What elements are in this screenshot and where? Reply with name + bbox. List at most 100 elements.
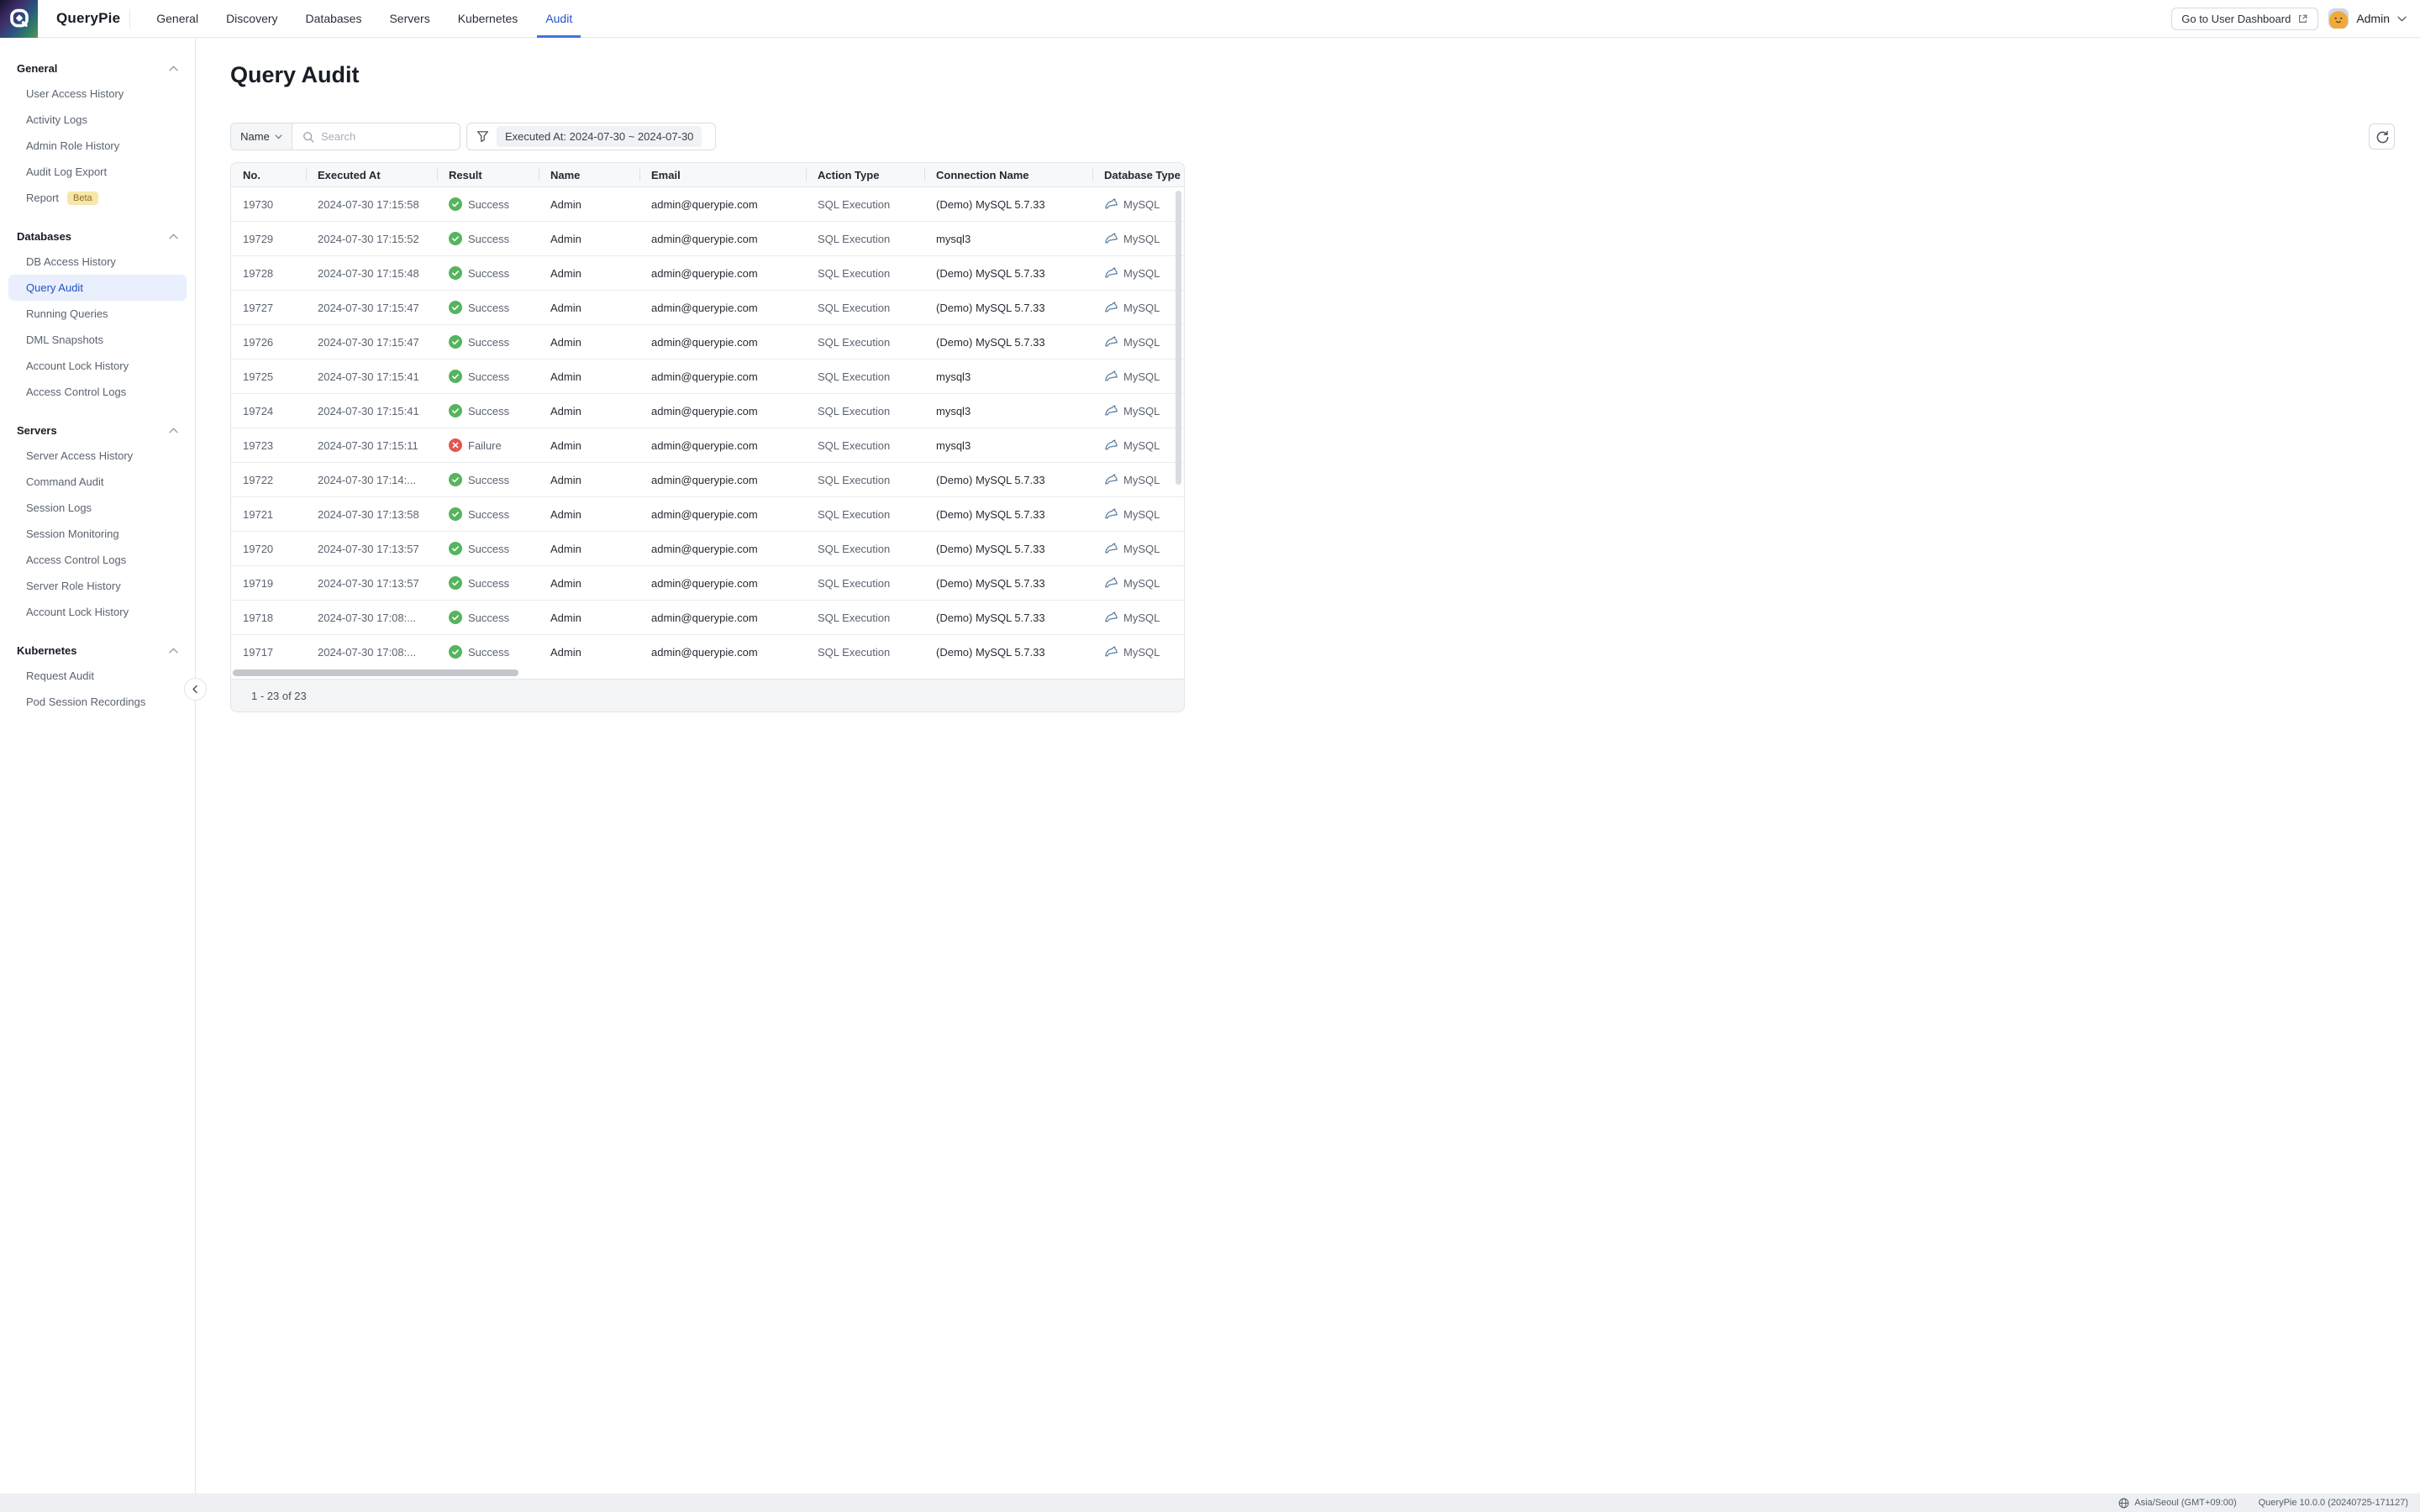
- sidebar-item-report[interactable]: Report Beta: [8, 185, 187, 211]
- sidebar-item-pod-session-recordings[interactable]: Pod Session Recordings: [8, 689, 187, 715]
- horizontal-scrollbar-track: [231, 668, 1184, 679]
- table-row[interactable]: 19730 2024-07-30 17:15:58 Success Admin …: [231, 187, 1184, 222]
- db-type-label: MySQL: [1123, 577, 1160, 590]
- sidebar-item-audit-log-export[interactable]: Audit Log Export: [8, 159, 187, 185]
- go-to-user-dashboard-button[interactable]: Go to User Dashboard: [2171, 8, 2318, 30]
- mysql-dolphin-icon: [1104, 266, 1118, 280]
- sidebar-item-admin-role-history[interactable]: Admin Role History: [8, 133, 187, 159]
- cell-result: Success: [437, 497, 539, 531]
- table-row[interactable]: 19729 2024-07-30 17:15:52 Success Admin …: [231, 222, 1184, 256]
- table-row[interactable]: 19717 2024-07-30 17:08:... Success Admin…: [231, 635, 1184, 668]
- search-field-select[interactable]: Name: [231, 123, 292, 150]
- nav-item-discovery[interactable]: Discovery: [226, 0, 277, 37]
- cell-executed-at: 2024-07-30 17:15:47: [306, 291, 437, 324]
- sidebar-item-db-access-history[interactable]: DB Access History: [8, 249, 187, 275]
- db-type-label: MySQL: [1123, 646, 1160, 659]
- chevron-left-icon: [191, 685, 200, 694]
- sidebar-item-session-monitoring[interactable]: Session Monitoring: [8, 521, 187, 547]
- sidebar-item-query-audit[interactable]: Query Audit: [8, 275, 187, 301]
- sidebar-section-header[interactable]: General: [0, 55, 195, 81]
- cell-result: Success: [437, 463, 539, 496]
- table-row[interactable]: 19723 2024-07-30 17:15:11 Failure Admin …: [231, 428, 1184, 463]
- nav-item-kubernetes[interactable]: Kubernetes: [458, 0, 518, 37]
- cell-name: Admin: [539, 566, 639, 600]
- table-row[interactable]: 19722 2024-07-30 17:14:... Success Admin…: [231, 463, 1184, 497]
- cell-action-type: SQL Execution: [806, 428, 924, 462]
- sidebar-item-access-control-logs[interactable]: Access Control Logs: [8, 547, 187, 573]
- sidebar-section-title: Servers: [17, 424, 57, 437]
- version-label: QueryPie 10.0.0 (20240725-171127): [2259, 1498, 2408, 1508]
- db-type-label: MySQL: [1123, 267, 1160, 280]
- cell-database-type: MySQL: [1092, 256, 1184, 290]
- sidebar-collapse-button[interactable]: [184, 678, 207, 701]
- sidebar-item-session-logs[interactable]: Session Logs: [8, 495, 187, 521]
- result-label: Success: [468, 267, 509, 280]
- result-label: Success: [468, 474, 509, 486]
- nav-item-servers[interactable]: Servers: [389, 0, 429, 37]
- sidebar-item-server-access-history[interactable]: Server Access History: [8, 443, 187, 469]
- cell-no: 19721: [231, 497, 306, 531]
- vertical-scrollbar[interactable]: [1176, 191, 1181, 485]
- cell-result: Success: [437, 325, 539, 359]
- sidebar-item-user-access-history[interactable]: User Access History: [8, 81, 187, 107]
- cell-executed-at: 2024-07-30 17:15:47: [306, 325, 437, 359]
- sidebar-section-header[interactable]: Databases: [0, 223, 195, 249]
- table-row[interactable]: 19727 2024-07-30 17:15:47 Success Admin …: [231, 291, 1184, 325]
- sidebar-item-request-audit[interactable]: Request Audit: [8, 663, 187, 689]
- table-row[interactable]: 19725 2024-07-30 17:15:41 Success Admin …: [231, 360, 1184, 394]
- cell-executed-at: 2024-07-30 17:08:...: [306, 601, 437, 634]
- nav-divider: [129, 9, 130, 28]
- table-row[interactable]: 19719 2024-07-30 17:13:57 Success Admin …: [231, 566, 1184, 601]
- sidebar-item-server-role-history[interactable]: Server Role History: [8, 573, 187, 599]
- cell-no: 19729: [231, 222, 306, 255]
- cell-connection-name: (Demo) MySQL 5.7.33: [924, 187, 1092, 221]
- user-menu[interactable]: Admin: [2328, 8, 2407, 29]
- cell-executed-at: 2024-07-30 17:14:...: [306, 463, 437, 496]
- sidebar-item-account-lock-history[interactable]: Account Lock History: [8, 599, 187, 625]
- nav-item-databases[interactable]: Databases: [306, 0, 362, 37]
- cell-database-type: MySQL: [1092, 635, 1184, 668]
- table-row[interactable]: 19728 2024-07-30 17:15:48 Success Admin …: [231, 256, 1184, 291]
- table-row[interactable]: 19726 2024-07-30 17:15:47 Success Admin …: [231, 325, 1184, 360]
- chevron-down-icon: [2397, 16, 2407, 22]
- sidebar-section-header[interactable]: Servers: [0, 417, 195, 443]
- nav-item-audit[interactable]: Audit: [545, 0, 572, 37]
- mysql-dolphin-icon: [1104, 301, 1118, 314]
- sidebar-item-label: Account Lock History: [26, 360, 129, 372]
- executed-at-filter[interactable]: Executed At: 2024-07-30 ~ 2024-07-30: [466, 123, 716, 150]
- sidebar-item-dml-snapshots[interactable]: DML Snapshots: [8, 327, 187, 353]
- nav-item-general[interactable]: General: [156, 0, 198, 37]
- timezone-label: Asia/Seoul (GMT+09:00): [2134, 1498, 2236, 1508]
- db-type-label: MySQL: [1123, 336, 1160, 349]
- db-type-label: MySQL: [1123, 612, 1160, 624]
- db-type-label: MySQL: [1123, 474, 1160, 486]
- refresh-button[interactable]: [2369, 123, 2395, 150]
- cell-executed-at: 2024-07-30 17:13:58: [306, 497, 437, 531]
- sidebar-item-access-control-logs[interactable]: Access Control Logs: [8, 379, 187, 405]
- cell-email: admin@querypie.com: [639, 601, 806, 634]
- horizontal-scrollbar[interactable]: [233, 669, 518, 676]
- sidebar-item-activity-logs[interactable]: Activity Logs: [8, 107, 187, 133]
- cell-executed-at: 2024-07-30 17:15:58: [306, 187, 437, 221]
- column-header-name: Name: [539, 163, 639, 186]
- sidebar-item-running-queries[interactable]: Running Queries: [8, 301, 187, 327]
- success-icon: [449, 542, 462, 555]
- cell-action-type: SQL Execution: [806, 635, 924, 668]
- cell-executed-at: 2024-07-30 17:15:48: [306, 256, 437, 290]
- sidebar-item-command-audit[interactable]: Command Audit: [8, 469, 187, 495]
- sidebar-section-header[interactable]: Kubernetes: [0, 638, 195, 663]
- mysql-dolphin-icon: [1104, 507, 1118, 521]
- search-input[interactable]: [321, 130, 447, 143]
- sidebar-item-account-lock-history[interactable]: Account Lock History: [8, 353, 187, 379]
- table-row[interactable]: 19724 2024-07-30 17:15:41 Success Admin …: [231, 394, 1184, 428]
- table-row[interactable]: 19721 2024-07-30 17:13:58 Success Admin …: [231, 497, 1184, 532]
- cell-email: admin@querypie.com: [639, 291, 806, 324]
- cell-executed-at: 2024-07-30 17:13:57: [306, 566, 437, 600]
- table-row[interactable]: 19718 2024-07-30 17:08:... Success Admin…: [231, 601, 1184, 635]
- cell-email: admin@querypie.com: [639, 325, 806, 359]
- sidebar-section-title: General: [17, 62, 57, 75]
- cell-email: admin@querypie.com: [639, 463, 806, 496]
- querypie-logo[interactable]: [0, 0, 38, 38]
- cell-no: 19718: [231, 601, 306, 634]
- table-row[interactable]: 19720 2024-07-30 17:13:57 Success Admin …: [231, 532, 1184, 566]
